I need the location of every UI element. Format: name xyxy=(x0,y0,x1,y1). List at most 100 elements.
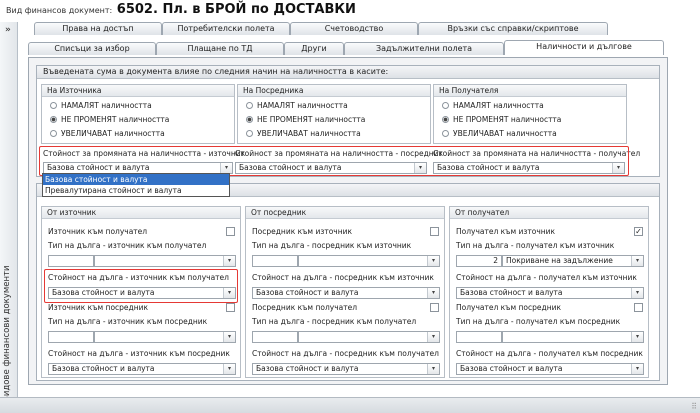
mediator-to-source-type-code[interactable] xyxy=(252,255,298,267)
dropdown-option-base[interactable]: Базова стойност и валута xyxy=(43,174,229,185)
doc-title: 6502. Пл. в БРОЙ по ДОСТАВКИ xyxy=(116,2,356,17)
from-receiver-title: От получател xyxy=(450,207,648,219)
dropdown-arrow-icon[interactable]: ▾ xyxy=(223,332,235,342)
mediator-to-source-value-label: Стойност на дълга - посредник към източн… xyxy=(252,273,434,282)
from-source-title: От източник xyxy=(42,207,240,219)
tab-choice-lists[interactable]: Списъци за избор xyxy=(28,42,156,55)
receiver-to-source-type-label: Тип на дълга - получател към източник xyxy=(456,241,615,250)
receiver-to-mediator-value-label: Стойност на дълга - получател към посред… xyxy=(456,349,643,358)
receiver-to-source-label: Получател към източник xyxy=(456,227,556,236)
receiver-radio-decrease[interactable]: НАМАЛЯТ наличността xyxy=(442,101,544,110)
mediator-radio-decrease[interactable]: НАМАЛЯТ наличността xyxy=(246,101,348,110)
radio-icon xyxy=(50,102,57,109)
source-to-mediator-value-label: Стойност на дълга - източник към посредн… xyxy=(48,349,230,358)
tab-user-fields[interactable]: Потребителски полета xyxy=(162,22,290,35)
tab-access-rights[interactable]: Права на достъп xyxy=(34,22,162,35)
mediator-to-receiver-label: Посредник към получател xyxy=(252,303,358,312)
source-radio-increase[interactable]: УВЕЛИЧАВАТ наличността xyxy=(50,129,165,138)
radio-icon xyxy=(50,116,57,123)
source-to-receiver-type-label: Тип на дълга - източник към получател xyxy=(48,241,207,250)
stock-group-title: Въведената сума в документа влияе по сле… xyxy=(37,66,659,79)
dropdown-arrow-icon[interactable]: ▾ xyxy=(631,364,643,374)
dropdown-arrow-icon[interactable]: ▾ xyxy=(427,364,439,374)
receiver-panel: На Получателя НАМАЛЯТ наличността НЕ ПРО… xyxy=(433,84,627,144)
expand-chevron-icon[interactable]: » xyxy=(5,25,11,35)
tab-page: Въведената сума в документа влияе по сле… xyxy=(28,57,668,385)
dropdown-arrow-icon[interactable]: ▾ xyxy=(223,364,235,374)
mediator-to-receiver-checkbox[interactable] xyxy=(430,303,439,312)
mediator-to-receiver-type-select[interactable]: ▾ xyxy=(298,331,440,343)
source-to-receiver-label: Източник към получател xyxy=(48,227,148,236)
receiver-radio-nochange[interactable]: НЕ ПРОМЕНЯТ наличността xyxy=(442,115,561,124)
dropdown-arrow-icon[interactable]: ▾ xyxy=(427,332,439,342)
receiver-to-mediator-value-select[interactable]: Базова стойност и валута ▾ xyxy=(456,363,644,375)
mediator-to-source-checkbox[interactable] xyxy=(430,227,439,236)
status-bar: ⠿ xyxy=(0,397,700,413)
tab-payment[interactable]: Плащане по ТД xyxy=(156,42,284,55)
dropdown-arrow-icon[interactable]: ▾ xyxy=(427,256,439,266)
tab-other[interactable]: Други xyxy=(284,42,344,55)
source-to-mediator-checkbox[interactable] xyxy=(226,303,235,312)
sidebar-collapsed[interactable]: » Видове финансови документи xyxy=(0,22,18,404)
radio-icon xyxy=(50,130,57,137)
mediator-to-source-type-label: Тип на дълга - посредник към източник xyxy=(252,241,412,250)
receiver-radio-increase[interactable]: УВЕЛИЧАВАТ наличността xyxy=(442,129,557,138)
from-source-panel: От източник Източник към получател Тип н… xyxy=(41,206,241,378)
receiver-panel-title: На Получателя xyxy=(434,85,626,97)
resize-grip-icon[interactable]: ⠿ xyxy=(691,402,697,411)
dropdown-arrow-icon[interactable]: ▾ xyxy=(631,288,643,298)
tab-report-links[interactable]: Връзки със справки/скриптове xyxy=(418,22,608,35)
debt-group: От източник Източник към получател Тип н… xyxy=(36,183,660,381)
mediator-radio-nochange[interactable]: НЕ ПРОМЕНЯТ наличността xyxy=(246,115,365,124)
receiver-to-source-type-select[interactable]: Покриване на задължение ▾ xyxy=(502,255,644,267)
receiver-to-source-type-code[interactable]: 2 xyxy=(456,255,502,267)
source-to-mediator-value-select[interactable]: Базова стойност и валута ▾ xyxy=(48,363,236,375)
receiver-to-mediator-label: Получател към посредник xyxy=(456,303,562,312)
source-to-receiver-type-code[interactable] xyxy=(48,255,94,267)
radio-icon xyxy=(442,116,449,123)
source-panel: На Източника НАМАЛЯТ наличността НЕ ПРОМ… xyxy=(41,84,235,144)
dropdown-arrow-icon[interactable]: ▾ xyxy=(631,256,643,266)
source-to-mediator-type-code[interactable] xyxy=(48,331,94,343)
radio-icon xyxy=(246,102,253,109)
dropdown-arrow-icon[interactable]: ▾ xyxy=(631,332,643,342)
radio-icon xyxy=(442,102,449,109)
tab-required-fields[interactable]: Задължителни полета xyxy=(344,42,504,55)
tab-stock-and-debts[interactable]: Наличности и дългове xyxy=(504,40,664,55)
source-to-mediator-type-label: Тип на дълга - източник към посредник xyxy=(48,317,208,326)
mediator-panel: На Посредника НАМАЛЯТ наличността НЕ ПРО… xyxy=(237,84,431,144)
source-to-mediator-type-select[interactable]: ▾ xyxy=(94,331,236,343)
source-panel-title: На Източника xyxy=(42,85,234,97)
radio-icon xyxy=(246,116,253,123)
sidebar-label: Видове финансови документи xyxy=(2,265,12,402)
dropdown-arrow-icon[interactable]: ▾ xyxy=(427,288,439,298)
source-radio-nochange[interactable]: НЕ ПРОМЕНЯТ наличността xyxy=(50,115,169,124)
mediator-radio-increase[interactable]: УВЕЛИЧАВАТ наличността xyxy=(246,129,361,138)
dropdown-arrow-icon[interactable]: ▾ xyxy=(223,256,235,266)
source-to-receiver-type-select[interactable]: ▾ xyxy=(94,255,236,267)
from-receiver-panel: От получател Получател към източник ✓ Ти… xyxy=(449,206,649,378)
receiver-to-source-value-label: Стойност на дълга - получател към източн… xyxy=(456,273,637,282)
from-mediator-title: От посредник xyxy=(246,207,444,219)
receiver-to-mediator-checkbox[interactable] xyxy=(634,303,643,312)
mediator-to-source-label: Посредник към източник xyxy=(252,227,353,236)
receiver-to-mediator-type-select[interactable]: ▾ xyxy=(502,331,644,343)
source-radio-decrease[interactable]: НАМАЛЯТ наличността xyxy=(50,101,152,110)
source-change-dropdown-list: Базова стойност и валута Превалутирана с… xyxy=(42,173,230,197)
from-mediator-panel: От посредник Посредник към източник Тип … xyxy=(245,206,445,378)
mediator-to-receiver-type-code[interactable] xyxy=(252,331,298,343)
source-to-receiver-checkbox[interactable] xyxy=(226,227,235,236)
mediator-to-receiver-value-select[interactable]: Базова стойност и валута ▾ xyxy=(252,363,440,375)
tab-accounting[interactable]: Счетоводство xyxy=(290,22,418,35)
receiver-to-source-checkbox[interactable]: ✓ xyxy=(634,227,643,236)
stock-group: Въведената сума в документа влияе по сле… xyxy=(36,65,660,177)
mediator-to-receiver-type-label: Тип на дълга - посредник към получател xyxy=(252,317,417,326)
receiver-to-mediator-type-code[interactable] xyxy=(456,331,502,343)
mediator-to-source-type-select[interactable]: ▾ xyxy=(298,255,440,267)
dropdown-option-converted[interactable]: Превалутирана стойност и валута xyxy=(43,185,229,196)
receiver-to-source-value-select[interactable]: Базова стойност и валута ▾ xyxy=(456,287,644,299)
radio-icon xyxy=(246,130,253,137)
mediator-panel-title: На Посредника xyxy=(238,85,430,97)
tab-strip: Права на достъп Потребителски полета Сче… xyxy=(28,22,668,58)
mediator-to-source-value-select[interactable]: Базова стойност и валута ▾ xyxy=(252,287,440,299)
